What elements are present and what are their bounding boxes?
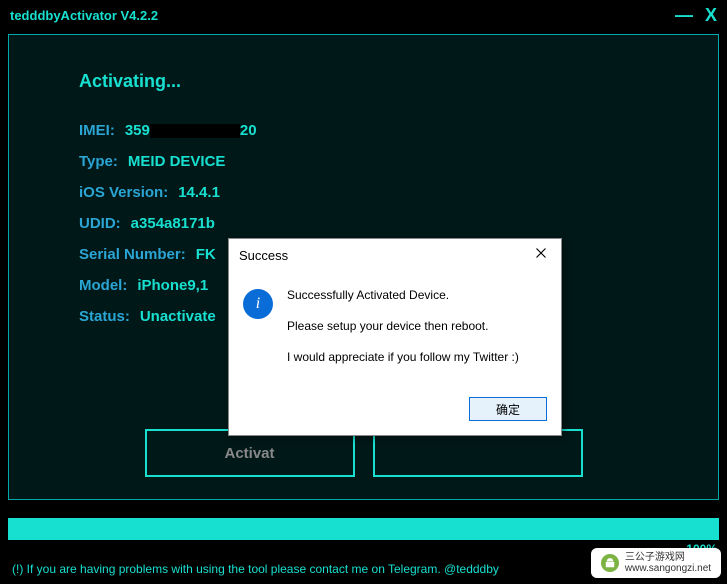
serial-value: FK: [196, 246, 216, 263]
android-icon: [601, 554, 619, 572]
udid-row: UDID: a354a8171b: [79, 215, 648, 232]
imei-label: IMEI:: [79, 122, 115, 139]
model-value: iPhone9,1: [137, 277, 208, 294]
dialog-ok-button[interactable]: 确定: [469, 397, 547, 421]
dialog-line-3: I would appreciate if you follow my Twit…: [287, 349, 519, 366]
imei-value: 35920: [125, 122, 257, 139]
dialog-close-button[interactable]: [531, 245, 551, 265]
close-icon: [535, 247, 547, 259]
type-label: Type:: [79, 153, 118, 170]
success-dialog: Success i Successfully Activated Device.…: [228, 238, 562, 436]
dialog-line-2: Please setup your device then reboot.: [287, 318, 519, 335]
app-title: tedddbyActivator V4.2.2: [10, 8, 158, 23]
status-heading: Activating...: [79, 71, 648, 92]
footer-note: (!) If you are having problems with usin…: [12, 562, 499, 576]
titlebar: tedddbyActivator V4.2.2 — X: [0, 0, 727, 30]
window-controls: — X: [675, 5, 717, 26]
udid-value: a354a8171b: [131, 215, 215, 232]
status-value: Unactivate: [140, 308, 216, 325]
info-icon: i: [243, 289, 273, 319]
dialog-footer: 确定: [229, 389, 561, 435]
minimize-button[interactable]: —: [675, 5, 693, 26]
type-row: Type: MEID DEVICE: [79, 153, 648, 170]
close-button[interactable]: X: [705, 5, 717, 26]
watermark: 三公子游戏网 www.sangongzi.net: [591, 548, 721, 578]
progress-bar: 100%: [8, 518, 719, 540]
dialog-title: Success: [239, 248, 288, 263]
watermark-text: 三公子游戏网 www.sangongzi.net: [625, 552, 711, 574]
model-label: Model:: [79, 277, 127, 294]
imei-row: IMEI: 35920: [79, 122, 648, 139]
udid-label: UDID:: [79, 215, 121, 232]
type-value: MEID DEVICE: [128, 153, 226, 170]
serial-label: Serial Number:: [79, 246, 186, 263]
dialog-line-1: Successfully Activated Device.: [287, 287, 519, 304]
ios-value: 14.4.1: [178, 184, 220, 201]
progress-fill: [8, 518, 719, 540]
dialog-titlebar: Success: [229, 239, 561, 269]
dialog-messages: Successfully Activated Device. Please se…: [287, 287, 519, 379]
dialog-body: i Successfully Activated Device. Please …: [229, 269, 561, 389]
ios-row: iOS Version: 14.4.1: [79, 184, 648, 201]
ios-label: iOS Version:: [79, 184, 168, 201]
status-label: Status:: [79, 308, 130, 325]
